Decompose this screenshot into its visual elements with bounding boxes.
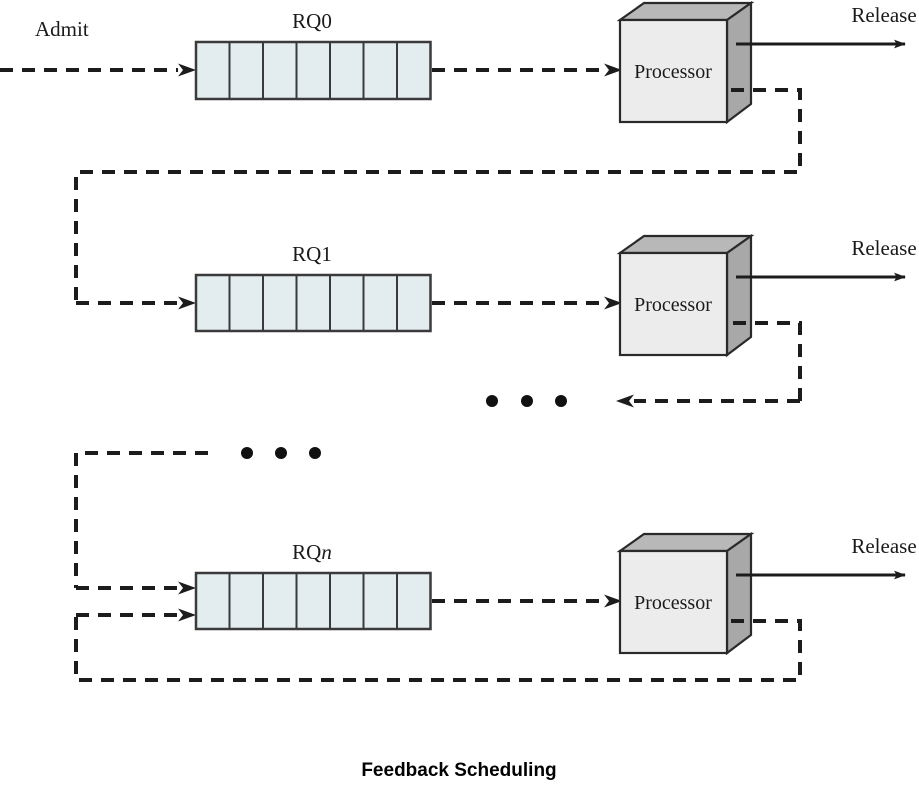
queue-rqn — [194, 571, 432, 631]
rqn-to-processor-arrow — [432, 594, 622, 608]
rq1-input-arrow — [76, 296, 196, 310]
processor-label-row-0: Processor — [634, 61, 712, 83]
queue-label-rqn-suffix: n — [321, 540, 332, 564]
admit-label: Admit — [35, 17, 89, 41]
row-n-group — [74, 531, 906, 682]
feedback-scheduling-diagram: Admit RQ0 RQ1 RQn Processor Processor Pr… — [0, 0, 919, 787]
feedback-row-1-arrowhead — [616, 394, 634, 408]
release-label-row-n: Release — [851, 534, 916, 558]
queue-label-rqn-prefix: RQ — [292, 540, 321, 564]
queue-label-rqn: RQn — [292, 540, 332, 564]
feedback-rail-to-rqn — [74, 451, 208, 595]
ellipsis-lower-left — [241, 447, 321, 459]
rqn-input-arrow-lower — [76, 608, 196, 622]
row-1-group — [76, 233, 906, 408]
rq1-input-arrowhead — [178, 296, 196, 310]
queue-label-rq1: RQ1 — [292, 242, 332, 266]
processor-label-row-n: Processor — [634, 592, 712, 614]
rqn-input-arrowhead-upper — [178, 581, 196, 595]
admit-arrowhead — [178, 63, 196, 77]
rq1-to-processor-arrow — [432, 296, 622, 310]
queue-label-rq0: RQ0 — [292, 9, 332, 33]
queue-rq0 — [194, 40, 432, 101]
release-label-row-1: Release — [851, 236, 916, 260]
figure-caption: Feedback Scheduling — [361, 760, 556, 781]
queue-rq1 — [194, 273, 432, 333]
rq0-to-processor-arrow — [432, 63, 622, 77]
ellipsis-middle-right — [486, 395, 567, 407]
release-label-row-0: Release — [851, 3, 916, 27]
rqn-input-arrowhead-lower — [178, 608, 196, 622]
processor-label-row-1: Processor — [634, 294, 712, 316]
diagram-canvas: Admit RQ0 RQ1 RQn Processor Processor Pr… — [0, 0, 917, 781]
row-0-group — [0, 0, 906, 303]
admit-arrow — [0, 63, 196, 77]
